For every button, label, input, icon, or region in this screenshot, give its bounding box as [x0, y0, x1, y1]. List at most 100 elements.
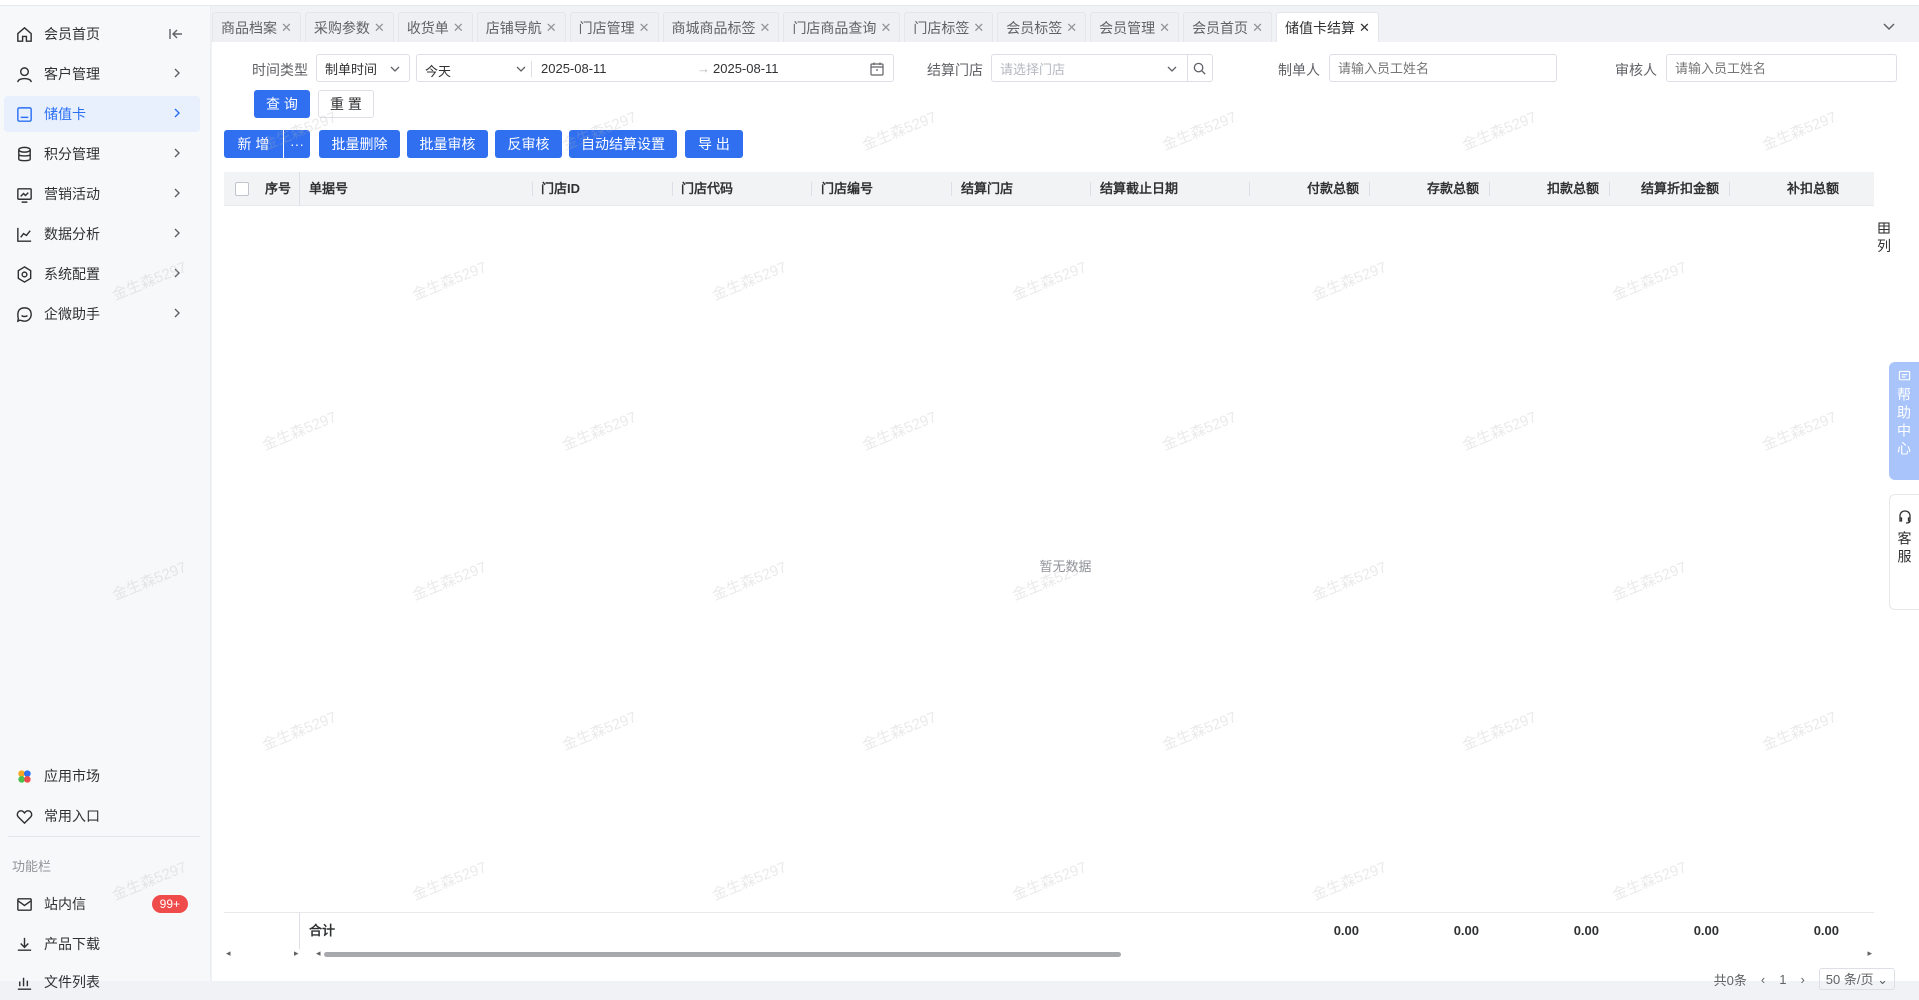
sidebar-item-stored-value-card[interactable]: 储值卡: [4, 96, 200, 132]
sidebar-item-label: 数据分析: [44, 226, 100, 242]
tab-member-management[interactable]: 会员管理 ✕: [1090, 12, 1180, 42]
sidebar-item-file-list[interactable]: 文件列表: [0, 964, 200, 1000]
tab-member-home[interactable]: 会员首页 ✕: [1183, 12, 1272, 42]
tab-mall-product-tags[interactable]: 商城商品标签 ✕: [662, 12, 780, 42]
message-icon: [1898, 370, 1910, 381]
batch-review-button[interactable]: 批量审核: [407, 130, 488, 158]
next-page-icon[interactable]: ›: [1800, 972, 1804, 987]
page-number[interactable]: 1: [1779, 972, 1786, 987]
sidebar-item-member-home[interactable]: 会员首页: [0, 16, 200, 52]
more-actions-button[interactable]: ···: [284, 130, 310, 158]
auto-settle-settings-button[interactable]: 自动结算设置: [569, 130, 677, 158]
close-icon[interactable]: ✕: [1359, 20, 1370, 36]
total-value: 0.00: [1573, 923, 1599, 938]
sidebar-item-label: 产品下载: [44, 936, 100, 952]
column-header[interactable]: 单据号: [309, 172, 348, 206]
tab-store-management[interactable]: 门店管理 ✕: [569, 12, 659, 42]
home-icon: [14, 24, 34, 44]
add-button[interactable]: 新 增: [224, 130, 283, 158]
page-size-value: 50 条/页: [1825, 972, 1874, 987]
close-icon[interactable]: ✕: [973, 20, 984, 36]
tab-receipt[interactable]: 收货单 ✕: [397, 12, 473, 42]
column-header[interactable]: 结算折扣金额: [1619, 172, 1719, 206]
column-header[interactable]: 补扣总额: [1739, 172, 1839, 206]
tab-label: 储值卡结算: [1284, 19, 1355, 36]
select-all-checkbox[interactable]: [235, 182, 249, 196]
close-icon[interactable]: ✕: [760, 20, 771, 36]
column-header[interactable]: 付款总额: [1259, 172, 1359, 206]
tab-store-nav[interactable]: 店铺导航 ✕: [476, 12, 566, 42]
card-icon: [14, 104, 34, 124]
scroll-right-icon[interactable]: ▸: [294, 948, 299, 959]
tab-stored-value-settlement[interactable]: 储值卡结算 ✕: [1275, 12, 1379, 42]
sidebar-item-inbox[interactable]: 站内信 99+: [0, 886, 200, 922]
sidebar-item-label: 文件列表: [44, 974, 100, 990]
sidebar-item-wecom-assistant[interactable]: 企微助手: [0, 296, 200, 332]
sidebar-item-favorites[interactable]: 常用入口: [0, 798, 200, 834]
collapse-sidebar-icon[interactable]: [168, 26, 184, 42]
close-icon[interactable]: ✕: [639, 20, 650, 36]
tab-product-archive[interactable]: 商品档案 ✕: [212, 12, 301, 42]
time-type-value: 制单时间: [325, 61, 378, 77]
sidebar-item-app-market[interactable]: 应用市场: [0, 758, 200, 794]
sidebar-item-analytics[interactable]: 数据分析: [0, 216, 200, 252]
total-value: 0.00: [1333, 923, 1359, 938]
close-icon[interactable]: ✕: [546, 20, 557, 36]
column-header[interactable]: 门店ID: [541, 172, 580, 206]
creator-input[interactable]: [1329, 54, 1557, 82]
close-icon[interactable]: ✕: [281, 20, 292, 36]
column-header[interactable]: 扣款总额: [1499, 172, 1599, 206]
tab-store-product-query[interactable]: 门店商品查询 ✕: [783, 12, 901, 42]
close-icon[interactable]: ✕: [453, 20, 464, 36]
query-button[interactable]: 查 询: [254, 90, 310, 118]
store-select[interactable]: 请选择门店: [991, 54, 1213, 82]
scroll-right-icon[interactable]: ▸: [1867, 948, 1872, 959]
close-icon[interactable]: ✕: [1066, 20, 1077, 36]
tabs-dropdown-icon[interactable]: [1877, 14, 1901, 38]
calendar-icon[interactable]: [869, 61, 885, 77]
sidebar-item-marketing[interactable]: 营销活动: [0, 176, 200, 212]
chevron-down-icon: [516, 66, 526, 72]
unread-badge: 99+: [151, 895, 188, 913]
column-header[interactable]: 门店编号: [821, 172, 873, 206]
column-header[interactable]: 结算截止日期: [1100, 172, 1178, 206]
sidebar-item-system-config[interactable]: 系统配置: [0, 256, 200, 292]
date-range-picker[interactable]: 今天 2025-08-11 → 2025-08-11: [416, 54, 894, 82]
help-center-button[interactable]: 帮助中心: [1889, 362, 1919, 480]
scroll-left-icon[interactable]: ◂: [316, 948, 321, 959]
tab-member-tags[interactable]: 会员标签 ✕: [997, 12, 1087, 42]
sidebar-item-label: 储值卡: [44, 106, 86, 122]
sidebar-item-downloads[interactable]: 产品下载: [0, 926, 200, 962]
end-date[interactable]: 2025-08-11: [713, 61, 779, 76]
tab-store-tags[interactable]: 门店标签 ✕: [904, 12, 994, 42]
start-date[interactable]: 2025-08-11: [541, 61, 607, 76]
scroll-left-icon[interactable]: ◂: [226, 948, 231, 959]
reset-button[interactable]: 重 置: [318, 90, 374, 118]
reviewer-input[interactable]: [1666, 54, 1897, 82]
prev-page-icon[interactable]: ‹: [1761, 972, 1765, 987]
sidebar-item-customers[interactable]: 客户管理: [0, 56, 200, 92]
time-type-select[interactable]: 制单时间: [316, 54, 410, 82]
chevron-down-icon: [390, 66, 400, 72]
close-icon[interactable]: ✕: [1159, 20, 1170, 36]
scrollbar-thumb[interactable]: [324, 952, 1121, 957]
unreview-button[interactable]: 反审核: [495, 130, 562, 158]
column-header[interactable]: 存款总额: [1379, 172, 1479, 206]
search-icon[interactable]: [1192, 61, 1207, 76]
close-icon[interactable]: ✕: [880, 20, 891, 36]
column-header[interactable]: 结算门店: [961, 172, 1013, 206]
column-settings-button[interactable]: 列: [1873, 222, 1895, 264]
column-header[interactable]: 门店代码: [681, 172, 733, 206]
close-icon[interactable]: ✕: [374, 20, 385, 36]
total-value: 0.00: [1813, 923, 1839, 938]
page-size-select[interactable]: 50 条/页 ⌄: [1818, 968, 1895, 990]
column-header[interactable]: 序号: [265, 172, 291, 206]
export-button[interactable]: 导 出: [685, 130, 743, 158]
close-icon[interactable]: ✕: [1252, 20, 1263, 36]
batch-delete-button[interactable]: 批量删除: [319, 130, 400, 158]
sidebar-item-points[interactable]: 积分管理: [0, 136, 200, 172]
quick-range-value[interactable]: 今天: [425, 61, 451, 80]
customer-service-button[interactable]: 客服: [1889, 494, 1919, 610]
horizontal-scrollbar[interactable]: ◂ ▸ ◂ ▸: [224, 948, 1874, 960]
tab-purchase-params[interactable]: 采购参数 ✕: [304, 12, 394, 42]
